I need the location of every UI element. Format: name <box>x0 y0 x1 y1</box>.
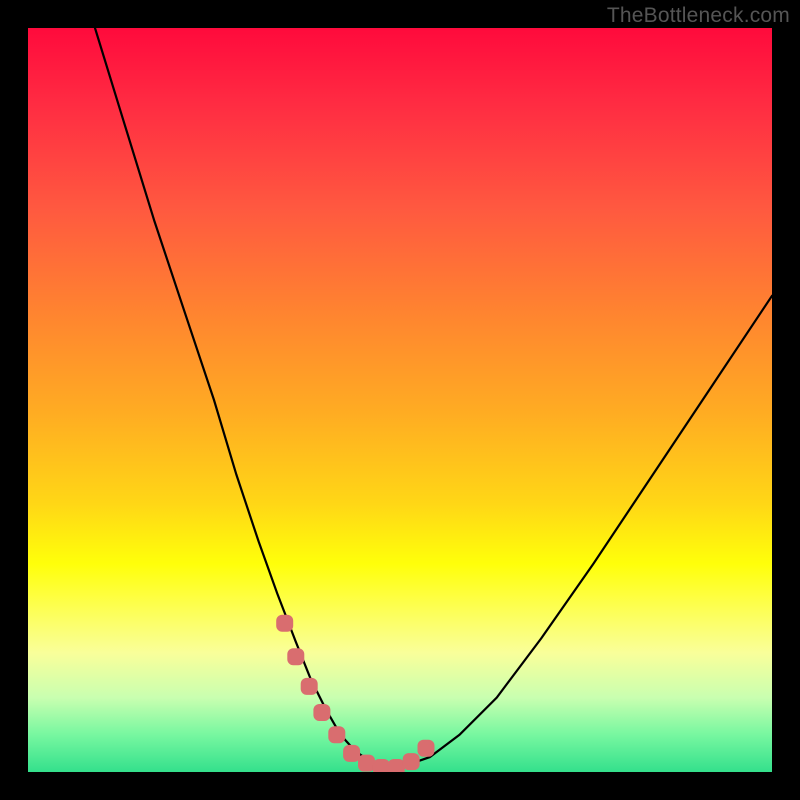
bottleneck-marker <box>301 678 318 695</box>
bottleneck-marker <box>403 753 420 770</box>
bottleneck-marker <box>328 726 345 743</box>
watermark-text: TheBottleneck.com <box>607 4 790 28</box>
bottleneck-marker <box>388 759 405 772</box>
bottleneck-marker <box>373 759 390 772</box>
bottleneck-marker-group <box>276 615 434 772</box>
bottleneck-marker <box>287 648 304 665</box>
bottleneck-marker <box>313 704 330 721</box>
bottleneck-marker <box>358 755 375 772</box>
bottleneck-marker <box>343 745 360 762</box>
bottleneck-marker <box>276 615 293 632</box>
performance-curve <box>95 28 772 768</box>
bottleneck-chart <box>28 28 772 772</box>
bottleneck-marker <box>418 740 435 757</box>
